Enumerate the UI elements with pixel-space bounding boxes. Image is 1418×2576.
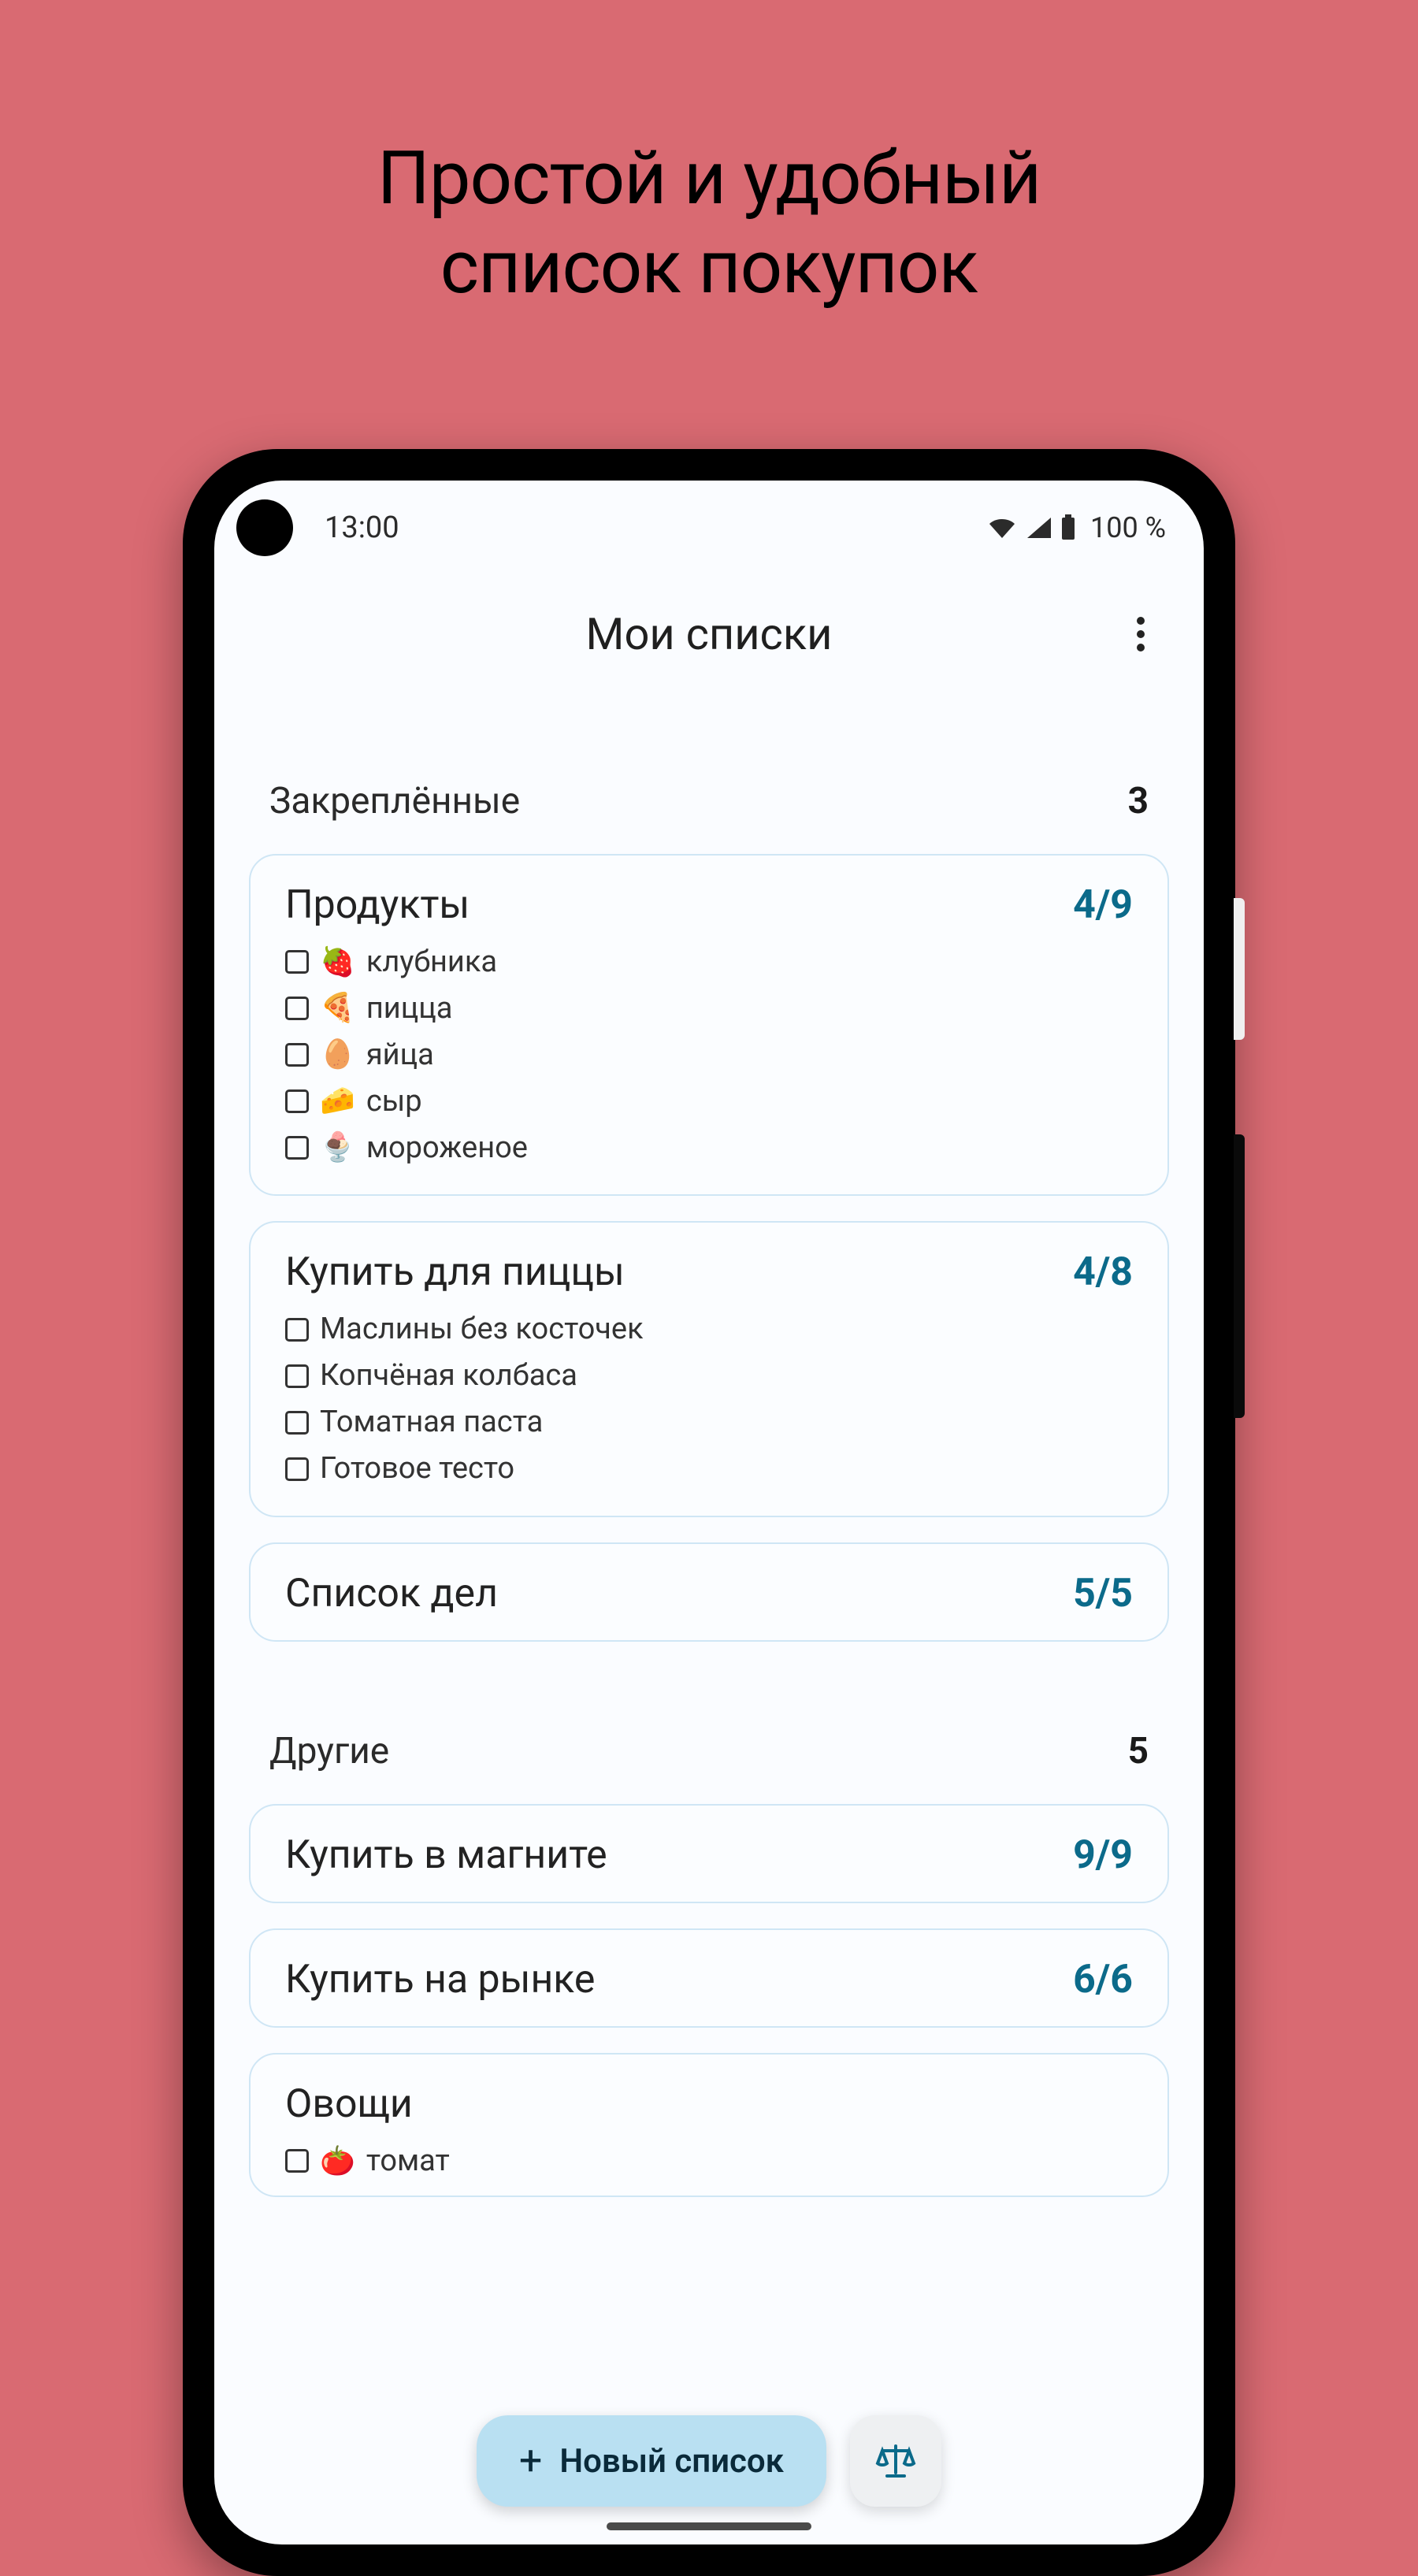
battery-text: 100 % [1090, 511, 1166, 544]
status-time: 13:00 [325, 510, 399, 545]
cellular-icon [1026, 516, 1052, 540]
list-card-pizza[interactable]: Купить для пиццы 4/8 Маслины без косточе… [249, 1221, 1169, 1517]
list-item: 🍕пицца [285, 985, 1133, 1032]
list-card-products[interactable]: Продукты 4/9 🍓клубника 🍕пицца 🥚яйца 🧀сыр… [249, 854, 1169, 1196]
phone-side-button [1234, 898, 1245, 1040]
card-counter: 4/9 [1073, 882, 1133, 928]
checkbox-icon [285, 997, 309, 1020]
status-bar: 13:00 100 % [214, 481, 1204, 575]
section-header-pinned: Закреплённые 3 [249, 693, 1169, 854]
list-item: Готовое тесто [285, 1446, 1133, 1492]
checkbox-icon [285, 950, 309, 974]
list-item: 🍨мороженое [285, 1125, 1133, 1171]
list-item: Копчёная колбаса [285, 1353, 1133, 1399]
app-bar: Мои списки [214, 575, 1204, 693]
new-list-button[interactable]: + Новый список [477, 2415, 826, 2507]
checkbox-icon [285, 1364, 309, 1388]
card-title: Список дел [285, 1571, 498, 1616]
section-count: 3 [1128, 780, 1149, 822]
emoji-icon: 🍅 [320, 2140, 355, 2184]
card-counter: 6/6 [1073, 1957, 1133, 2003]
checkbox-icon [285, 1411, 309, 1435]
card-counter: 5/5 [1073, 1571, 1133, 1616]
card-title: Продукты [285, 882, 470, 928]
section-title: Закреплённые [269, 780, 520, 822]
list-item: 🍅томат [285, 2138, 1133, 2184]
checkbox-icon [285, 1043, 309, 1067]
checkbox-icon [285, 1089, 309, 1113]
emoji-icon: 🍨 [320, 1126, 355, 1170]
more-vertical-icon [1137, 617, 1145, 651]
checkbox-icon [285, 1318, 309, 1342]
card-title: Купить в магните [285, 1832, 607, 1878]
card-counter: 9/9 [1073, 1832, 1133, 1878]
more-menu-button[interactable] [1117, 611, 1164, 658]
wifi-icon [986, 516, 1018, 540]
camera-cutout [236, 499, 293, 556]
section-header-other: Другие 5 [249, 1667, 1169, 1804]
list-card-market[interactable]: Купить на рынке 6/6 [249, 1928, 1169, 2028]
checkbox-icon [285, 2149, 309, 2173]
home-indicator[interactable] [607, 2522, 811, 2530]
list-item: 🧀сыр [285, 1078, 1133, 1125]
list-card-magnit[interactable]: Купить в магните 9/9 [249, 1804, 1169, 1903]
list-item: 🍓клубника [285, 939, 1133, 985]
checkbox-icon [285, 1136, 309, 1160]
card-title: Купить на рынке [285, 1957, 595, 2003]
promo-headline: Простой и удобный список покупок [0, 0, 1418, 312]
page-title: Мои списки [586, 608, 833, 660]
emoji-icon: 🍓 [320, 941, 355, 985]
emoji-icon: 🥚 [320, 1033, 355, 1077]
section-title: Другие [269, 1730, 389, 1772]
list-item: Томатная паста [285, 1399, 1133, 1446]
balance-button[interactable] [850, 2415, 941, 2507]
new-list-label: Новый список [559, 2442, 784, 2481]
card-title: Купить для пиццы [285, 1249, 625, 1295]
list-card-todo[interactable]: Список дел 5/5 [249, 1542, 1169, 1642]
scale-icon [874, 2440, 917, 2482]
emoji-icon: 🧀 [320, 1079, 355, 1123]
emoji-icon: 🍕 [320, 986, 355, 1030]
card-title: Овощи [285, 2081, 413, 2127]
list-item: 🥚яйца [285, 1032, 1133, 1078]
list-card-veg[interactable]: Овощи 🍅томат [249, 2053, 1169, 2197]
phone-side-button [1234, 1134, 1245, 1418]
list-item: Маслины без косточек [285, 1306, 1133, 1353]
card-counter: 4/8 [1073, 1249, 1133, 1295]
battery-icon [1060, 514, 1076, 541]
checkbox-icon [285, 1457, 309, 1481]
section-count: 5 [1128, 1730, 1149, 1772]
phone-mockup: 13:00 100 % Мои списки [183, 449, 1235, 2576]
